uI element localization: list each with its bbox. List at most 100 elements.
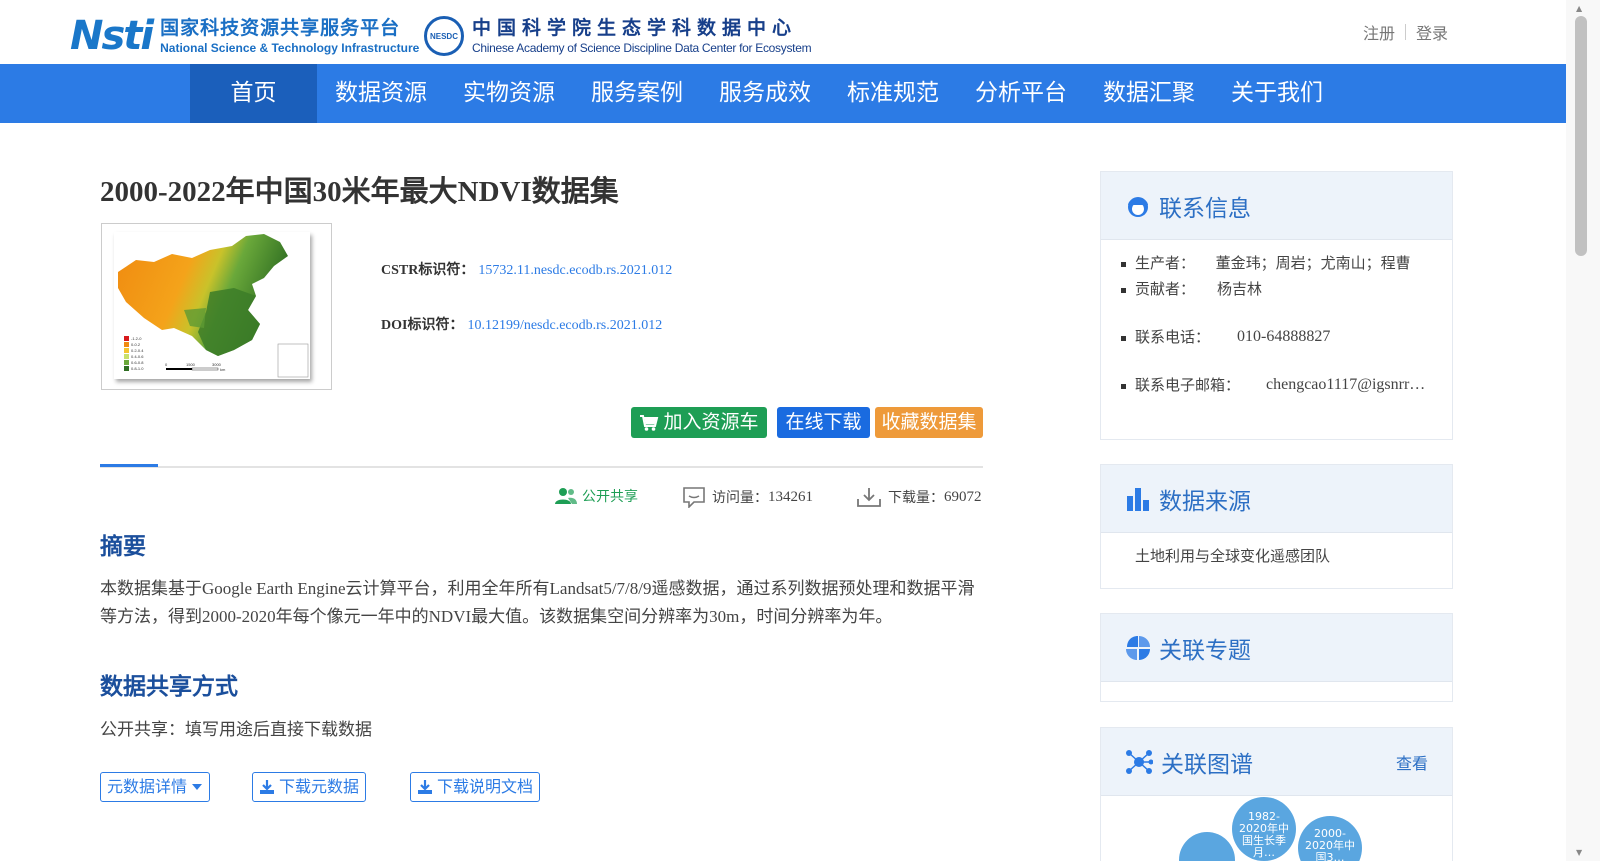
scrollbar-thumb[interactable] — [1575, 16, 1587, 256]
views-label: 访问量： — [712, 490, 768, 506]
caret-down-icon — [192, 784, 203, 790]
contributor-item: 贡献者： 杨吉林 — [1121, 278, 1432, 300]
nav-item-1[interactable]: 数据资源 — [317, 64, 445, 123]
legend-label: 0.4-0.6 — [131, 354, 144, 359]
map-legend: -1.2-0 0-0.2 0.2-0.4 0.4-0.6 0.6-0.8 0.8… — [124, 336, 144, 371]
auth-links: 注册 登录 — [1363, 20, 1448, 44]
phone-value: 010-64888827 — [1237, 328, 1331, 345]
download-doc-label: 下载说明文档 — [437, 777, 534, 796]
add-to-cart-button[interactable]: 加入资源车 — [631, 407, 767, 438]
downloads-count: 69072 — [944, 488, 982, 505]
download-online-button[interactable]: 在线下载 — [777, 407, 870, 438]
nav-item-0[interactable]: 首页 — [190, 64, 317, 123]
topics-card-title: 关联专题 — [1159, 637, 1251, 664]
downloads-label: 下载量： — [888, 490, 944, 506]
downloads-stat: 下载量： 69072 — [856, 486, 982, 508]
auth-divider — [1404, 24, 1406, 40]
page-scrollbar[interactable]: ▲ ▼ — [1566, 0, 1600, 861]
nesdc-badge-icon: NESDC — [424, 16, 464, 56]
doi-identifier: DOI标识符： 10.12199/nesdc.ecodb.rs.2021.012 — [381, 314, 662, 334]
download-icon — [857, 488, 881, 507]
sharing-text: 公开共享：填写用途后直接下载数据 — [100, 720, 372, 739]
cstr-label: CSTR标识符： — [381, 263, 475, 278]
nav-item-7[interactable]: 数据汇聚 — [1085, 64, 1213, 123]
download-doc-button[interactable]: 下载说明文档 — [410, 772, 541, 802]
nsti-logo[interactable]: Nsti 国家科技资源共享服务平台 National Science & Tec… — [70, 14, 419, 58]
download-metadata-button[interactable]: 下载元数据 — [252, 772, 367, 802]
topics-icon — [1126, 635, 1150, 660]
main-nav: 首页 数据资源 实物资源 服务案例 服务成效 标准规范 分析平台 数据汇聚 关于我们 — [0, 64, 1566, 123]
network-graph-icon — [1126, 749, 1153, 774]
download-icon — [260, 780, 274, 794]
legend-label: 0.8-1.0 — [131, 366, 144, 371]
phone-label: 联系电话： — [1135, 328, 1211, 346]
nav-item-4[interactable]: 服务成效 — [701, 64, 829, 123]
doi-label: DOI标识符： — [381, 318, 464, 333]
source-card-header: 数据来源 — [1101, 465, 1452, 533]
contact-card: 联系信息 生产者： 董金玮；周岩；尤南山；程曹 贡献者： 杨吉林 联系电话： 0… — [1100, 171, 1453, 440]
email-label: 联系电子邮箱： — [1135, 376, 1241, 394]
metadata-detail-label: 元数据详情 — [107, 777, 188, 796]
metadata-detail-dropdown[interactable]: 元数据详情 — [100, 772, 211, 802]
graph-card-header: 关联图谱 查看 — [1101, 728, 1452, 796]
register-link[interactable]: 注册 — [1363, 20, 1395, 44]
nav-item-8[interactable]: 关于我们 — [1213, 64, 1341, 123]
graph-card: 关联图谱 查看 1982-2020年中国生长季月… 2000-2020年中国3… — [1100, 727, 1453, 861]
dataset-thumbnail[interactable]: -1.2-0 0-0.2 0.2-0.4 0.4-0.6 0.6-0.8 0.8… — [101, 223, 332, 390]
nav-item-2[interactable]: 实物资源 — [445, 64, 573, 123]
phone-item: 联系电话： 010-64888827 — [1121, 326, 1432, 348]
contact-person-icon — [1128, 196, 1148, 217]
cart-icon — [640, 414, 659, 431]
source-card: 数据来源 土地利用与全球变化遥感团队 — [1100, 464, 1453, 589]
cstr-identifier: CSTR标识符： 15732.11.nesdc.ecodb.rs.2021.012 — [381, 259, 672, 279]
contact-card-header: 联系信息 — [1101, 172, 1452, 240]
legend-label: 0.6-0.8 — [131, 360, 144, 365]
download-metadata-label: 下载元数据 — [279, 777, 360, 796]
favorite-button[interactable]: 收藏数据集 — [875, 407, 983, 438]
nsti-logo-cn: 国家科技资源共享服务平台 — [160, 17, 401, 39]
sharing-heading: 数据共享方式 — [100, 674, 238, 700]
svg-text:km: km — [220, 367, 226, 372]
comment-icon — [683, 487, 705, 508]
source-text: 土地利用与全球变化遥感团队 — [1135, 547, 1331, 565]
topics-card: 关联专题 — [1100, 613, 1453, 702]
graph-node[interactable] — [1179, 832, 1235, 861]
graph-node[interactable]: 2000-2020年中国3… — [1298, 816, 1362, 861]
cstr-link[interactable]: 15732.11.nesdc.ecodb.rs.2021.012 — [478, 263, 672, 278]
producer-item: 生产者： 董金玮；周岩；尤南山；程曹 — [1121, 252, 1432, 274]
abstract-text: 本数据集基于Google Earth Engine云计算平台，利用全年所有Lan… — [100, 579, 975, 626]
svg-text:1500: 1500 — [186, 362, 196, 367]
svg-text:0: 0 — [165, 362, 168, 367]
contributor-value: 杨吉林 — [1217, 280, 1263, 298]
nesdc-logo-en: Chinese Academy of Science Discipline Da… — [472, 41, 812, 55]
scroll-down-arrow-icon[interactable]: ▼ — [1576, 848, 1582, 857]
legend-label: 0.2-0.4 — [131, 348, 144, 353]
doi-link[interactable]: 10.12199/nesdc.ecodb.rs.2021.012 — [467, 318, 662, 333]
abstract-heading: 摘要 — [100, 534, 146, 560]
contact-list: 生产者： 董金玮；周岩；尤南山；程曹 贡献者： 杨吉林 联系电话： 010-64… — [1101, 240, 1452, 396]
graph-node[interactable]: 1982-2020年中国生长季月… — [1232, 797, 1296, 861]
topics-card-header: 关联专题 — [1101, 614, 1452, 682]
contact-card-title: 联系信息 — [1159, 195, 1251, 222]
add-to-cart-label: 加入资源车 — [663, 411, 759, 433]
nesdc-logo-cn: 中国科学院生态学科数据中心 — [472, 17, 798, 39]
nesdc-logo[interactable]: NESDC 中国科学院生态学科数据中心 Chinese Academy of S… — [424, 16, 812, 56]
legend-label: 0-0.2 — [131, 342, 141, 347]
nsti-logo-mark: Nsti — [70, 13, 154, 59]
email-value[interactable]: chengcao1117@igsnrr… — [1266, 374, 1425, 396]
source-card-title: 数据来源 — [1159, 488, 1251, 515]
nav-item-6[interactable]: 分析平台 — [957, 64, 1085, 123]
nav-item-3[interactable]: 服务案例 — [573, 64, 701, 123]
tab-underline — [100, 464, 983, 468]
scroll-up-arrow-icon[interactable]: ▲ — [1576, 4, 1582, 13]
nsti-logo-en: National Science & Technology Infrastruc… — [160, 41, 420, 55]
nav-item-5[interactable]: 标准规范 — [829, 64, 957, 123]
download-icon — [418, 780, 432, 794]
site-header: Nsti 国家科技资源共享服务平台 National Science & Tec… — [0, 0, 1566, 64]
graph-card-title: 关联图谱 — [1161, 751, 1253, 778]
login-link[interactable]: 登录 — [1416, 20, 1448, 44]
share-status-label: 公开共享 — [582, 489, 638, 505]
graph-view-link[interactable]: 查看 — [1396, 750, 1428, 774]
nav-list: 首页 数据资源 实物资源 服务案例 服务成效 标准规范 分析平台 数据汇聚 关于我们 — [190, 64, 1341, 123]
views-stat: 访问量： 134261 — [682, 486, 813, 508]
